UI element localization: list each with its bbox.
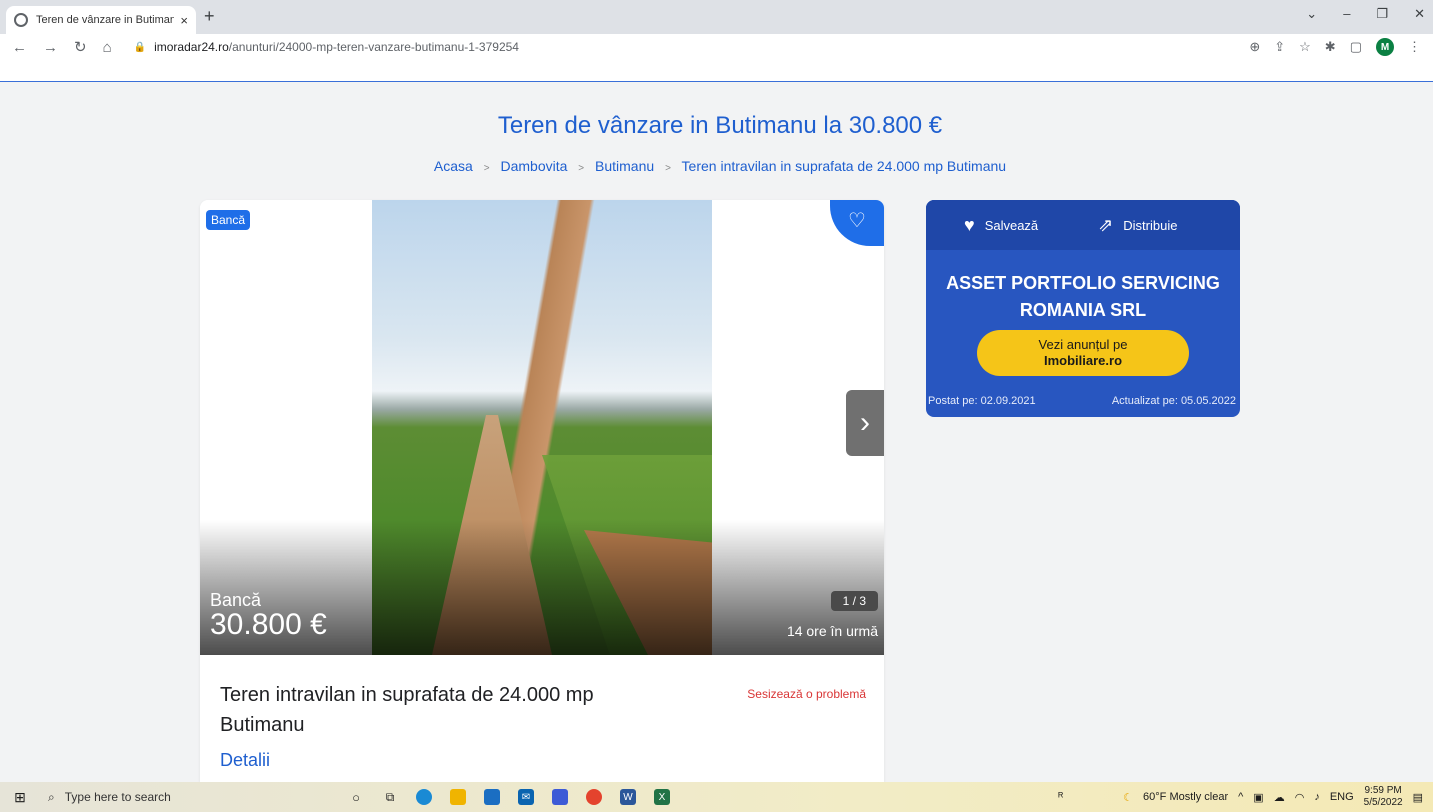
breadcrumb-item-locality[interactable]: Butimanu (595, 158, 654, 174)
close-window-icon[interactable]: ✕ (1414, 6, 1425, 22)
breadcrumb-item-county[interactable]: Dambovita (500, 158, 567, 174)
windows-taskbar: ⊞ ⌕ Type here to search ○ ⧉ ✉ W X ᴿ ☾ 60… (0, 782, 1433, 812)
store-icon[interactable] (484, 789, 500, 805)
view-on-imobiliare-button[interactable]: Vezi anunțul pe Imobiliare.ro (977, 330, 1189, 376)
breadcrumb-item-listing[interactable]: Teren intravilan in suprafata de 24.000 … (682, 158, 1007, 174)
seller-panel: ♥ Salvează ⇗ Distribuie ASSET PORTFOLIO … (926, 200, 1240, 417)
taskbar-clock[interactable]: 9:59 PM 5/5/2022 (1364, 785, 1403, 809)
windows-start-icon[interactable]: ⊞ (0, 789, 40, 806)
share-button[interactable]: ⇗ Distribuie (1098, 215, 1177, 236)
cta-line1: Vezi anunțul pe (1038, 337, 1128, 352)
address-bar[interactable]: 🔒 imoradar24.ro/anunturi/24000-mp-teren-… (134, 40, 519, 54)
photo-app-icon[interactable] (552, 789, 568, 805)
seller-company-name: ASSET PORTFOLIO SERVICING ROMANIA SRL (946, 273, 1220, 320)
toolbar-icons: ⊕ ⇪ ☆ ✱ ▢ M ⋮ (1249, 38, 1421, 56)
url-path: /anunturi/24000-mp-teren-vanzare-butiman… (228, 40, 519, 54)
network-icon[interactable]: ◠ (1295, 791, 1305, 804)
updated-date: Actualizat pe: 05.05.2022 (1111, 395, 1236, 407)
seller-type-badge: Bancă (206, 210, 251, 230)
details-heading[interactable]: Detalii (220, 750, 270, 771)
site-header-bar (0, 60, 1433, 82)
bookmark-star-icon[interactable]: ☆ (1299, 39, 1311, 55)
browser-toolbar: ← → ↻ ⌂ 🔒 imoradar24.ro/anunturi/24000-m… (0, 34, 1433, 60)
language-indicator[interactable]: ENG (1330, 791, 1354, 803)
clock-date: 5/5/2022 (1363, 797, 1403, 808)
reload-icon[interactable]: ↻ (74, 38, 87, 56)
extensions-puzzle-icon[interactable]: ✱ (1325, 39, 1336, 55)
url-domain: imoradar24.ro (154, 40, 229, 54)
browser-tab[interactable]: Teren de vânzare in Butimanu la × (6, 6, 196, 34)
listing-card: Bancă ♡ › Bancă 30.800 € 1 / 3 14 ore în… (200, 200, 884, 782)
tab-title: Teren de vânzare in Butimanu la (36, 14, 175, 26)
tray-chevron-up-icon[interactable]: ^ (1238, 791, 1243, 803)
taskbar-search[interactable]: ⌕ Type here to search (40, 782, 300, 812)
clock-time: 9:59 PM (1364, 785, 1402, 796)
breadcrumb-separator: > (578, 163, 585, 174)
breadcrumb: Acasa > Dambovita > Butimanu > Teren int… (0, 158, 1433, 174)
edge-browser-icon[interactable] (416, 789, 432, 805)
tab-close-icon[interactable]: × (180, 13, 188, 28)
side-panel-icon[interactable]: ▢ (1350, 39, 1362, 55)
window-controls: ⌄ – ❐ ✕ (1306, 6, 1425, 22)
lock-icon[interactable]: 🔒 (134, 42, 146, 53)
home-icon[interactable]: ⌂ (103, 39, 112, 56)
excel-icon[interactable]: X (654, 789, 670, 805)
back-arrow-icon[interactable]: ← (12, 39, 27, 56)
search-placeholder: Type here to search (64, 790, 171, 804)
people-icon[interactable]: ᴿ (1058, 791, 1063, 803)
zoom-icon[interactable]: ⊕ (1249, 39, 1260, 55)
task-view-icon[interactable]: ⧉ (382, 789, 398, 805)
browser-menu-icon[interactable]: ⋮ (1408, 39, 1421, 55)
save-button[interactable]: ♥ Salvează (964, 215, 1038, 236)
share-page-icon[interactable]: ⇪ (1274, 39, 1285, 55)
listing-price: 30.800 € (210, 608, 327, 641)
weather-status[interactable]: 60°F Mostly clear (1143, 791, 1228, 803)
tray-app-icon[interactable]: ▣ (1253, 791, 1263, 804)
site-favicon-icon (14, 13, 28, 27)
share-arrow-icon: ⇗ (1098, 214, 1114, 235)
posted-date: Postat pe: 02.09.2021 (928, 395, 1036, 407)
minimize-icon[interactable]: – (1343, 6, 1350, 22)
forward-arrow-icon[interactable]: → (43, 39, 58, 56)
mail-icon[interactable]: ✉ (518, 789, 534, 805)
listing-title: Teren intravilan in suprafata de 24.000 … (220, 684, 594, 736)
heart-outline-icon: ♡ (848, 210, 866, 232)
heart-filled-icon: ♥ (964, 214, 975, 235)
favorite-heart-button[interactable]: ♡ (830, 200, 884, 246)
word-icon[interactable]: W (620, 789, 636, 805)
share-label: Distribuie (1123, 217, 1178, 233)
report-problem-link[interactable]: Sesizează o problemă (747, 687, 866, 701)
breadcrumb-separator: > (665, 163, 671, 174)
taskbar-apps: ○ ⧉ ✉ W X (348, 789, 670, 805)
profile-avatar[interactable]: M (1376, 38, 1394, 56)
weather-moon-icon[interactable]: ☾ (1123, 791, 1133, 804)
notifications-icon[interactable]: ▤ (1413, 791, 1423, 804)
restore-icon[interactable]: ❐ (1376, 6, 1388, 22)
posted-ago: 14 ore în urmă (786, 623, 878, 639)
new-tab-button[interactable]: + (204, 6, 215, 27)
cta-line2: Imobiliare.ro (1043, 353, 1123, 368)
search-icon: ⌕ (48, 789, 55, 804)
listing-dates: Postat pe: 02.09.2021 Actualizat pe: 05.… (926, 395, 1240, 407)
page-title: Teren de vânzare in Butimanu la 30.800 € (497, 112, 943, 139)
seller-actions: ♥ Salvează ⇗ Distribuie (926, 200, 1240, 250)
save-label: Salvează (984, 217, 1039, 233)
breadcrumb-item-home[interactable]: Acasa (434, 158, 473, 174)
photo-gallery[interactable]: Bancă ♡ › Bancă 30.800 € 1 / 3 14 ore în… (200, 200, 884, 655)
gallery-next-button[interactable]: › (846, 390, 884, 456)
chevron-right-icon: › (860, 406, 870, 439)
chrome-browser-icon[interactable] (586, 789, 602, 805)
volume-icon[interactable]: ♪ (1314, 791, 1320, 803)
system-tray: ᴿ ☾ 60°F Mostly clear ^ ▣ ☁ ◠ ♪ ENG 9:59… (1058, 785, 1433, 809)
browser-tabbar: Teren de vânzare in Butimanu la × + ⌄ – … (0, 0, 1433, 34)
breadcrumb-separator: > (483, 163, 490, 174)
cortana-circle-icon[interactable]: ○ (348, 789, 364, 805)
tab-search-chevron-icon[interactable]: ⌄ (1306, 6, 1317, 22)
photo-counter: 1 / 3 (830, 591, 878, 611)
file-explorer-icon[interactable] (450, 789, 466, 805)
cloud-icon[interactable]: ☁ (1274, 791, 1285, 804)
